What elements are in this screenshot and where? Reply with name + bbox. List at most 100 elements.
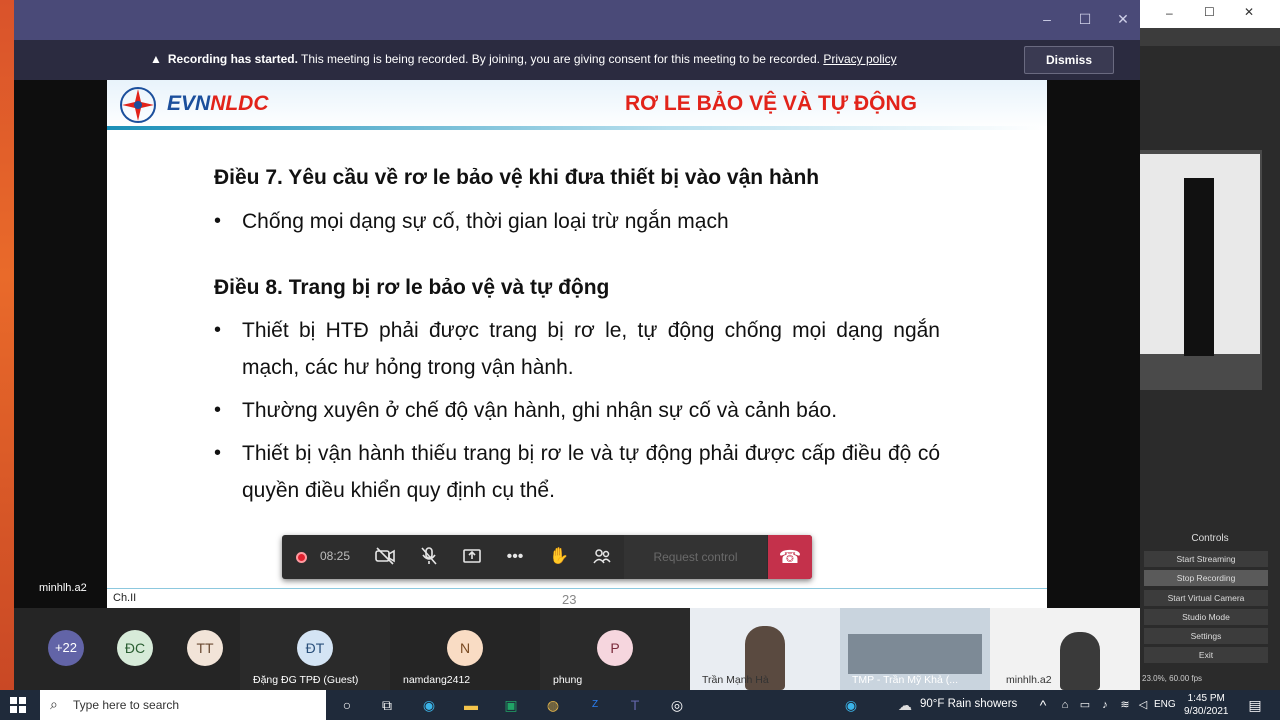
participant-name: TMP - Trần Mỹ Khả (... xyxy=(852,674,958,686)
participant-video-tile[interactable]: minhlh.a2 xyxy=(990,608,1140,690)
obs-preview xyxy=(1140,150,1262,390)
recording-text: This meeting is being recorded. By joini… xyxy=(297,52,824,66)
file-explorer-icon[interactable]: ▬ xyxy=(460,695,482,715)
participant-name: minhlh.a2 xyxy=(1006,674,1052,686)
edge-icon[interactable]: ◉ xyxy=(418,695,440,715)
participant-name: Đặng ĐG TPĐ (Guest) xyxy=(253,674,359,686)
mic-muted-button[interactable] xyxy=(416,545,442,569)
meeting-room-video xyxy=(848,634,982,674)
stop-recording-button[interactable]: Stop Recording xyxy=(1144,570,1268,586)
taskbar-search-box[interactable]: ⌕ Type here to search xyxy=(40,690,326,720)
avatar: N xyxy=(447,630,483,666)
minimize-button[interactable]: – xyxy=(1032,8,1062,30)
slide-heading-2: Điều 8. Trang bị rơ le bảo vệ và tự động xyxy=(214,276,610,299)
bullet-marker: • xyxy=(214,399,222,421)
privacy-policy-link[interactable]: Privacy policy xyxy=(823,52,896,66)
network-icon[interactable]: ⌂ xyxy=(1054,695,1076,715)
studio-mode-button[interactable]: Studio Mode xyxy=(1144,609,1268,625)
brand-name: EVNNLDC xyxy=(167,92,269,116)
participant-video-tile[interactable]: Trần Mạnh Hà xyxy=(690,608,840,690)
excel-icon[interactable]: ▣ xyxy=(500,695,522,715)
participant-video-tile[interactable]: TMP - Trần Mỹ Khả (... xyxy=(840,608,990,690)
obs-maximize-button[interactable]: ☐ xyxy=(1204,5,1215,19)
avatar: ĐT xyxy=(297,630,333,666)
bullet-marker: • xyxy=(214,442,222,464)
start-streaming-button[interactable]: Start Streaming xyxy=(1144,551,1268,567)
start-virtual-camera-button[interactable]: Start Virtual Camera xyxy=(1144,590,1268,606)
participant-name: phung xyxy=(553,674,583,686)
participant-tile[interactable]: P phung xyxy=(540,608,690,690)
share-tray-icon xyxy=(463,549,481,563)
start-button[interactable] xyxy=(10,697,26,713)
background-app-sliver xyxy=(0,0,14,690)
participant-tile[interactable]: N namdang2412 xyxy=(390,608,540,690)
bullet-item: Chống mọi dạng sự cố, thời gian loại trừ… xyxy=(242,210,729,233)
slide-title: RƠ LE BẢO VỆ VÀ TỰ ĐỘNG xyxy=(625,92,918,115)
avatar: P xyxy=(597,630,633,666)
camera-off-icon xyxy=(375,547,395,565)
avatar[interactable]: TT xyxy=(187,630,223,666)
camera-off-button[interactable] xyxy=(372,545,398,569)
teams-icon[interactable]: T xyxy=(624,695,646,715)
request-control-button[interactable]: Request control xyxy=(624,535,767,579)
slide-footer-divider xyxy=(107,588,1047,589)
obs-minimize-button[interactable]: – xyxy=(1166,6,1173,20)
avatar[interactable]: ĐC xyxy=(117,630,153,666)
obs-preview-capture-dark xyxy=(1184,178,1214,356)
shared-slide: EVNNLDC RƠ LE BẢO VỆ VÀ TỰ ĐỘNG Điều 7. … xyxy=(107,80,1047,608)
more-actions-button[interactable]: ••• xyxy=(502,545,528,569)
teams-meeting-window: – ☐ ✕ ▲ Recording has started. This meeti… xyxy=(14,0,1140,690)
recording-bold-text: Recording has started. xyxy=(167,52,298,66)
mic-off-icon xyxy=(421,547,437,565)
obs-close-button[interactable]: ✕ xyxy=(1244,5,1254,19)
slide-header-divider xyxy=(107,126,1047,130)
volume-icon[interactable]: ◁ xyxy=(1132,695,1154,715)
zalo-icon[interactable]: Z xyxy=(584,695,606,715)
tray-chevron-icon[interactable]: ^ xyxy=(1032,695,1054,715)
close-button[interactable]: ✕ xyxy=(1108,8,1138,30)
more-participants-badge[interactable]: +22 xyxy=(48,630,84,666)
slide-chapter-label: Ch.II xyxy=(113,592,137,604)
brand-evn: EVN xyxy=(167,92,211,115)
notifications-icon[interactable]: ▤ xyxy=(1244,695,1266,715)
cortana-icon[interactable]: ○ xyxy=(336,695,358,715)
task-view-icon[interactable]: ⧉ xyxy=(376,695,398,715)
bullet-marker: • xyxy=(214,319,222,341)
dismiss-button[interactable]: Dismiss xyxy=(1024,46,1114,74)
recording-banner: ▲ Recording has started. This meeting is … xyxy=(14,40,1140,80)
maximize-button[interactable]: ☐ xyxy=(1070,8,1100,30)
raise-hand-button[interactable]: ✋ xyxy=(546,545,572,569)
share-screen-button[interactable] xyxy=(459,545,485,569)
taskbar-clock[interactable]: 1:45 PM 9/30/2021 xyxy=(1184,692,1229,718)
brand-nldc: NLDC xyxy=(210,92,269,115)
obs-controls-title: Controls xyxy=(1191,533,1229,544)
microphone-icon[interactable]: ♪ xyxy=(1094,695,1116,715)
meeting-timer: 08:25 xyxy=(320,549,351,563)
person-video xyxy=(1060,632,1100,690)
obs-titlebar: – ☐ ✕ xyxy=(1140,0,1280,28)
recording-message: ▲ Recording has started. This meeting is … xyxy=(150,52,897,66)
participant-tile[interactable]: ĐT Đặng ĐG TPĐ (Guest) xyxy=(240,608,390,690)
meeting-control-bar: 08:25 ••• ✋ Request control ☎ xyxy=(282,535,812,579)
bullet-item: Thường xuyên ở chế độ vận hành, ghi nhận… xyxy=(242,399,838,422)
evn-logo-icon xyxy=(120,87,156,123)
obs-icon[interactable]: ◎ xyxy=(666,695,688,715)
weather-widget[interactable]: 90°F Rain showers xyxy=(920,698,1017,710)
raise-hand-icon: ✋ xyxy=(549,548,569,565)
browser-tray-icon[interactable]: ◉ xyxy=(840,695,862,715)
settings-button[interactable]: Settings xyxy=(1144,628,1268,644)
exit-button[interactable]: Exit xyxy=(1144,647,1268,663)
chrome-icon[interactable]: ◍ xyxy=(542,695,564,715)
slide-heading-1: Điều 7. Yêu cầu về rơ le bảo vệ khi đưa … xyxy=(214,166,820,189)
leave-call-button[interactable]: ☎ xyxy=(768,535,812,579)
participant-group-tile: +22 ĐC TT xyxy=(14,608,240,690)
avatar-initials: N xyxy=(459,640,471,656)
battery-icon[interactable]: ▭ xyxy=(1074,695,1096,715)
people-icon xyxy=(593,549,611,564)
input-language[interactable]: ENG xyxy=(1154,699,1176,710)
participants-button[interactable] xyxy=(589,545,615,569)
bullet-item: Thiết bị HTĐ phải được trang bị rơ le, t… xyxy=(242,319,940,379)
weather-icon: ☁ xyxy=(898,697,912,713)
shared-content-stage: EVNNLDC RƠ LE BẢO VỆ VÀ TỰ ĐỘNG Điều 7. … xyxy=(14,80,1140,608)
clock-time: 1:45 PM xyxy=(1187,693,1225,704)
